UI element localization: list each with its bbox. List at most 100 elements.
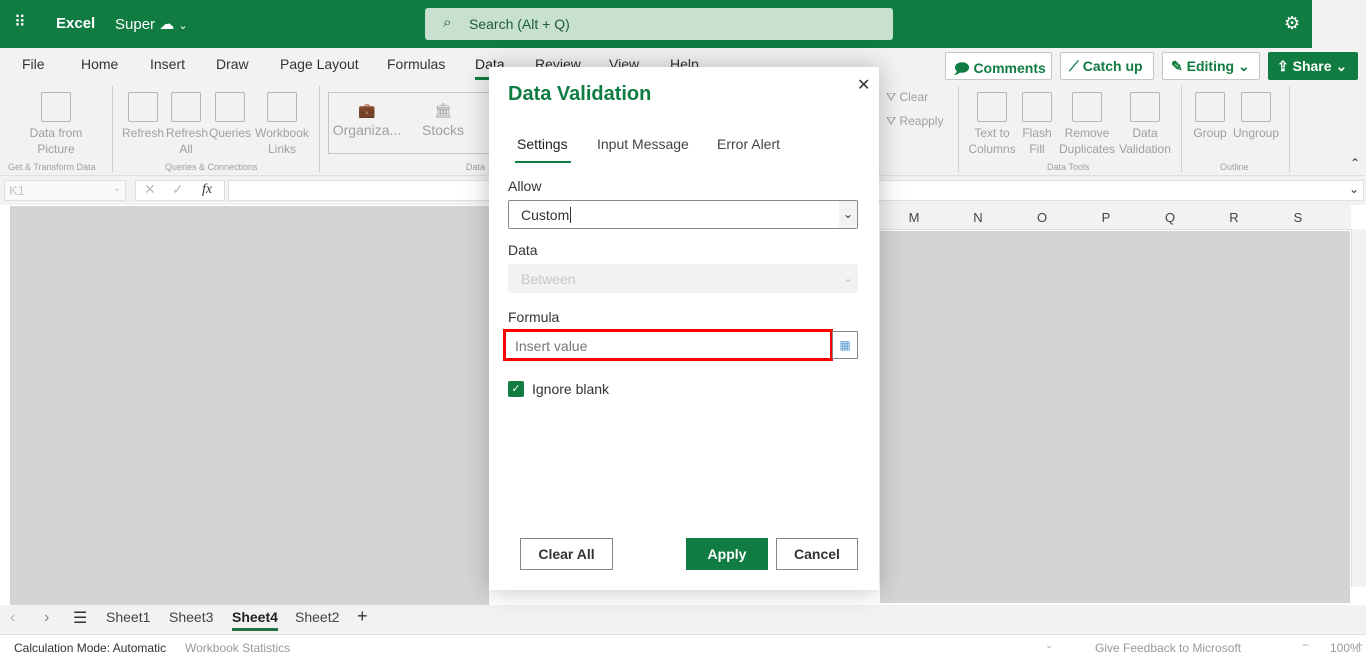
name-box-value: K1 (9, 183, 25, 198)
remove-duplicates-button[interactable]: Remove Duplicates (1058, 92, 1116, 157)
editing-label: Editing (1186, 58, 1235, 74)
queries-button[interactable]: Queries (208, 92, 252, 141)
comments-button[interactable]: 🗩 Comments (945, 52, 1052, 80)
text-cursor (570, 207, 572, 223)
clear-all-button[interactable]: Clear All (520, 538, 613, 570)
menu-formulas[interactable]: Formulas (387, 56, 445, 72)
text-to-columns-button[interactable]: Text to Columns (966, 92, 1018, 157)
search-box[interactable]: ⌕ Search (Alt + Q) (425, 8, 893, 40)
data-from-picture-button[interactable]: Data from Picture (24, 92, 88, 157)
comment-icon: 🗩 (954, 60, 970, 76)
chevron-down-icon[interactable]: ⌄ (1349, 182, 1359, 196)
label: Clear (899, 90, 929, 104)
text-to-columns-icon (977, 92, 1007, 122)
workbook-links-button[interactable]: Workbook Links (254, 92, 310, 157)
menu-draw[interactable]: Draw (216, 56, 249, 72)
column-header-s[interactable]: S (1266, 210, 1330, 225)
vertical-scrollbar[interactable] (1351, 229, 1366, 587)
sheet-tab-sheet4[interactable]: Sheet4 (232, 609, 278, 631)
column-header-r[interactable]: R (1202, 210, 1266, 225)
refresh-button[interactable]: Refresh (122, 92, 164, 141)
label: Workbook Links (255, 126, 309, 156)
clear-filter-button[interactable]: ⛛ Clear (886, 89, 928, 105)
flash-fill-button[interactable]: Flash Fill (1020, 92, 1054, 157)
share-button[interactable]: ⇪ Share ⌄ (1268, 52, 1358, 80)
fx-icon[interactable]: fx (202, 182, 212, 198)
next-sheet-icon[interactable]: › (44, 609, 49, 627)
editing-button[interactable]: ✎ Editing ⌄ (1162, 52, 1260, 80)
data-validation-icon (1130, 92, 1160, 122)
gear-icon[interactable]: ⚙ (1284, 13, 1300, 34)
label: Data Validation (1119, 126, 1171, 156)
stocks-data-type[interactable]: 🏛 Stocks (416, 102, 470, 138)
apply-button[interactable]: Apply (686, 538, 768, 570)
document-name[interactable]: Super ☁ ⌄ (115, 15, 188, 33)
formula-input[interactable] (512, 336, 824, 354)
data-label: Data (508, 242, 538, 258)
filter-reapply-icon: ⛛ (886, 114, 897, 128)
label: Ungroup (1232, 126, 1280, 140)
zoom-out-icon[interactable]: − (1302, 638, 1309, 652)
label: Reapply (899, 114, 944, 128)
column-header-o[interactable]: O (1010, 210, 1074, 225)
column-header-q[interactable]: Q (1138, 210, 1202, 225)
formula-field-highlight (503, 329, 833, 361)
pencil-icon: ✎ (1171, 58, 1183, 74)
name-box[interactable]: K1 ⌄ (4, 180, 126, 201)
bank-icon: 🏛 (434, 102, 452, 118)
sheet-tab-sheet3[interactable]: Sheet3 (169, 609, 213, 625)
allow-label: Allow (508, 178, 542, 194)
refresh-all-icon (171, 92, 201, 122)
ignore-blank-checkbox[interactable]: ✓ (508, 381, 524, 397)
close-icon[interactable]: ✕ (857, 75, 870, 95)
label: Text to Columns (968, 126, 1016, 156)
label: Group (1193, 126, 1227, 140)
refresh-icon (128, 92, 158, 122)
workbook-links-icon (267, 92, 297, 122)
sheet-tab-sheet2[interactable]: Sheet2 (295, 609, 339, 625)
waffle-icon[interactable]: ⠿ (14, 15, 32, 33)
menu-file[interactable]: File (22, 56, 45, 72)
add-sheet-icon[interactable]: + (357, 606, 368, 627)
all-sheets-icon[interactable]: ☰ (73, 608, 87, 628)
column-header-p[interactable]: P (1074, 210, 1138, 225)
column-header-n[interactable]: N (946, 210, 1010, 225)
cancel-button[interactable]: Cancel (776, 538, 858, 570)
menu-home[interactable]: Home (81, 56, 118, 72)
calculation-mode[interactable]: Calculation Mode: Automatic (14, 641, 166, 655)
feedback-link[interactable]: Give Feedback to Microsoft (1095, 641, 1241, 655)
tab-error-alert[interactable]: Error Alert (717, 136, 780, 152)
sheet-tab-sheet1[interactable]: Sheet1 (106, 609, 150, 625)
filter-clear-icon: ⛛ (886, 90, 897, 104)
zoom-in-icon[interactable]: + (1356, 638, 1363, 652)
tab-input-message[interactable]: Input Message (597, 136, 689, 152)
divider (319, 86, 320, 172)
app-name[interactable]: Excel (56, 15, 95, 32)
range-select-icon: ▦ (839, 338, 851, 352)
data-validation-button[interactable]: Data Validation (1116, 92, 1174, 157)
catch-up-button[interactable]: ⟋ Catch up (1060, 52, 1154, 80)
reapply-filter-button[interactable]: ⛛ Reapply (886, 113, 943, 129)
flash-fill-icon (1022, 92, 1052, 122)
group-label: Data Tools (1047, 162, 1090, 172)
tab-settings[interactable]: Settings (515, 136, 571, 163)
prev-sheet-icon[interactable]: ‹ (10, 609, 15, 627)
organization-data-type[interactable]: 💼 Organiza... (332, 102, 402, 138)
cancel-icon[interactable]: ✕ (144, 181, 156, 198)
workbook-statistics[interactable]: Workbook Statistics (185, 641, 290, 655)
search-placeholder: Search (Alt + Q) (469, 16, 570, 32)
allow-select[interactable]: Custom ⌄ (508, 200, 858, 229)
column-header-m[interactable]: M (882, 210, 946, 225)
comments-label: Comments (973, 60, 1046, 76)
group-button[interactable]: Group (1190, 92, 1230, 141)
ungroup-button[interactable]: Ungroup (1232, 92, 1280, 141)
menu-page-layout[interactable]: Page Layout (280, 56, 359, 72)
chevron-down-icon[interactable]: ⌄ (1045, 640, 1053, 651)
modal-overlay (880, 231, 1350, 603)
range-select-button[interactable]: ▦ (832, 331, 858, 359)
ignore-blank-label[interactable]: Ignore blank (532, 381, 609, 397)
menu-insert[interactable]: Insert (150, 56, 185, 72)
collapse-ribbon-icon[interactable]: ⌃ (1350, 156, 1360, 170)
check-icon[interactable]: ✓ (172, 181, 184, 198)
refresh-all-button[interactable]: Refresh All (166, 92, 208, 157)
